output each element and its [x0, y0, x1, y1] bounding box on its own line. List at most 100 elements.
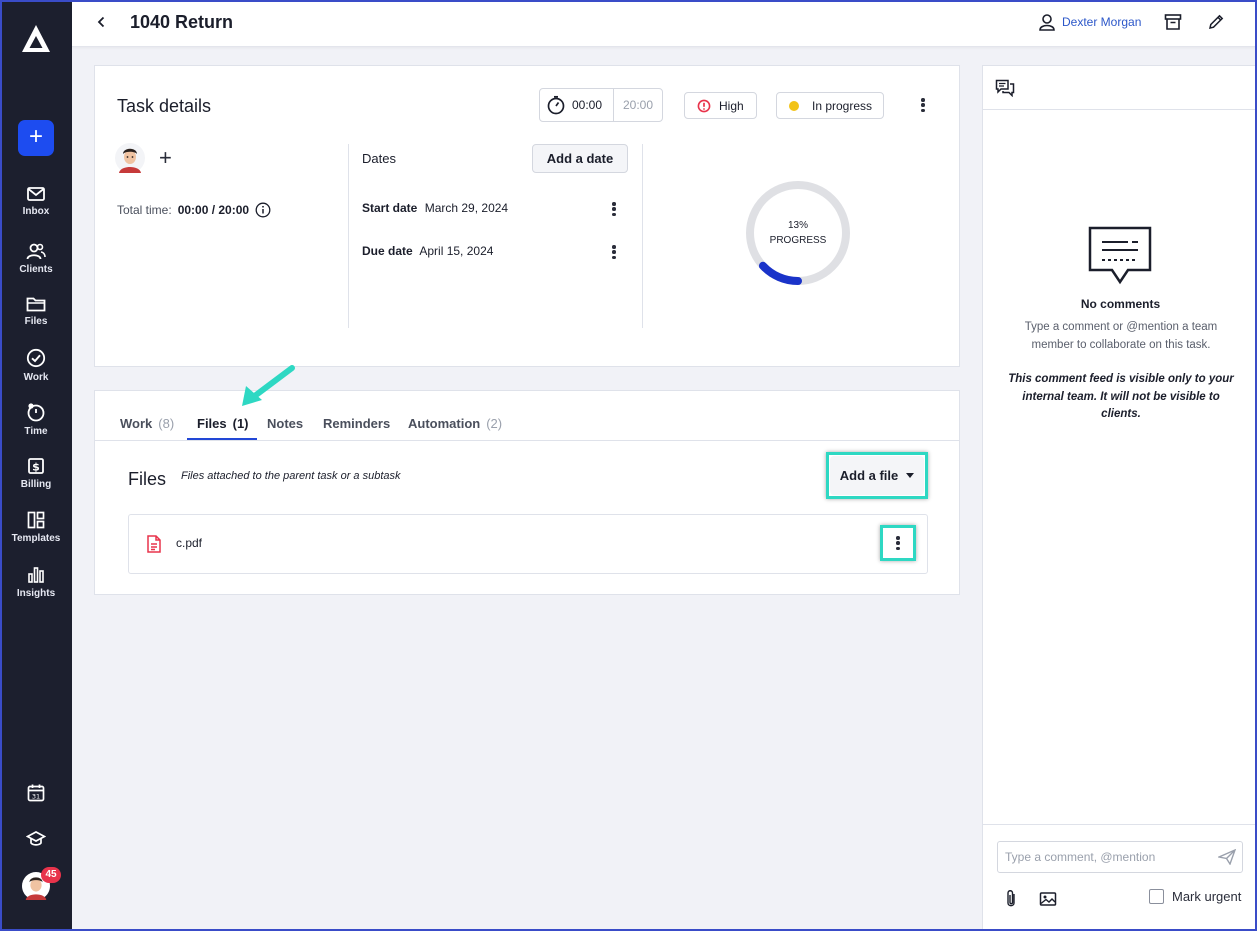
due-date-label: Due date — [362, 244, 413, 258]
tab-label: Notes — [267, 416, 304, 431]
total-time-value: 00:00 / 20:00 — [177, 203, 250, 217]
caret-down-icon — [906, 472, 915, 478]
status-dropdown[interactable]: In progress — [776, 92, 885, 119]
comment-input[interactable] — [997, 841, 1243, 873]
task-more-options-icon[interactable] — [915, 96, 931, 114]
templates-icon — [27, 511, 45, 529]
stopwatch-icon — [547, 95, 565, 115]
sidebar-item-label: Inbox — [22, 206, 50, 217]
calendar-icon[interactable]: 31 — [26, 783, 46, 803]
progress-percent: 13% — [787, 220, 808, 231]
due-date-row: Due date April 15, 2024 — [362, 244, 493, 258]
folder-icon — [26, 297, 46, 312]
task-tabs-card: Work (8) Files (1) Notes Reminders Automat… — [94, 390, 960, 595]
app-logo[interactable] — [20, 24, 52, 54]
no-comments-description: Type a comment or @mention a team member… — [1024, 321, 1218, 351]
files-heading: Files — [128, 469, 167, 489]
svg-text:31: 31 — [32, 793, 40, 801]
comments-icon[interactable] — [995, 79, 1015, 97]
file-row[interactable]: c.pdf — [128, 514, 928, 574]
progress-text: 13% PROGRESS — [743, 218, 853, 248]
timer-control[interactable]: 00:00 20:00 — [539, 88, 663, 122]
mark-urgent-checkbox[interactable] — [1149, 889, 1164, 904]
start-date-row: Start date March 29, 2024 — [362, 201, 508, 215]
progress-ring: 13% PROGRESS — [743, 178, 853, 288]
back-arrow-icon[interactable] — [94, 13, 108, 31]
visibility-note: This comment feed is visible only to you… — [1008, 373, 1234, 420]
tab-files[interactable]: Files (1) — [197, 416, 249, 431]
no-comments-title: No comments — [1080, 297, 1161, 311]
comments-panel: No comments Type a comment or @mention a… — [982, 65, 1257, 931]
tab-label: Work — [120, 416, 153, 431]
comments-topbar — [983, 66, 1257, 110]
sidebar-item-insights[interactable]: Insights — [0, 566, 72, 599]
divider — [642, 144, 643, 328]
dates-label: Dates — [362, 151, 396, 166]
divider — [348, 144, 349, 328]
sidebar-item-files[interactable]: Files — [0, 296, 72, 327]
dollar-invoice-icon: $ — [28, 458, 44, 474]
bar-chart-icon — [28, 567, 44, 583]
sidebar-item-time[interactable]: Time — [0, 402, 72, 437]
sidebar: + Inbox Clients Files Work Time $ Billin… — [0, 0, 72, 931]
tab-count: (8) — [158, 416, 175, 431]
send-icon[interactable] — [1218, 849, 1236, 865]
create-new-button[interactable]: + — [18, 120, 54, 156]
add-file-button[interactable]: Add a file — [830, 456, 924, 495]
paperclip-icon[interactable] — [1004, 889, 1018, 909]
total-time: Total time: 00:00 / 20:00 — [117, 202, 271, 218]
files-subtitle: Files attached to the parent task or a s… — [181, 470, 401, 482]
sidebar-item-work[interactable]: Work — [0, 348, 72, 383]
image-icon[interactable] — [1039, 891, 1057, 907]
start-date-label: Start date — [362, 201, 418, 215]
sidebar-item-label: Billing — [20, 479, 52, 490]
pdf-file-icon — [147, 535, 161, 553]
add-assignee-button[interactable]: + — [159, 146, 172, 170]
mark-urgent-toggle[interactable]: Mark urgent — [1149, 889, 1241, 904]
file-more-options-icon[interactable] — [890, 534, 906, 552]
tab-work[interactable]: Work (8) — [120, 416, 174, 431]
edit-pencil-icon[interactable] — [1207, 13, 1225, 31]
timer-elapsed: 00:00 — [572, 98, 603, 112]
stopwatch-icon — [27, 403, 45, 422]
tab-automation[interactable]: Automation (2) — [408, 416, 502, 431]
status-label: In progress — [812, 98, 873, 113]
notification-badge: 45 — [41, 867, 61, 883]
user-name: Dexter Morgan — [1062, 15, 1142, 29]
sidebar-item-clients[interactable]: Clients — [0, 242, 72, 275]
alert-circle-icon — [697, 99, 711, 112]
tab-count: (1) — [232, 416, 249, 431]
tab-reminders[interactable]: Reminders — [323, 416, 390, 431]
timer-budget[interactable]: 20:00 — [614, 89, 662, 121]
start-date-value: March 29, 2024 — [424, 201, 509, 215]
due-date-value: April 15, 2024 — [419, 244, 494, 258]
sidebar-item-label: Work — [23, 372, 49, 383]
sidebar-item-billing[interactable]: $ Billing — [0, 457, 72, 490]
info-icon[interactable] — [255, 202, 271, 218]
progress-label: PROGRESS — [769, 235, 827, 246]
timer-start-button[interactable]: 00:00 — [540, 89, 614, 121]
sidebar-item-label: Files — [24, 316, 48, 327]
start-date-options-icon[interactable] — [606, 200, 622, 218]
graduation-cap-icon[interactable] — [26, 829, 46, 849]
tab-bar: Work (8) Files (1) Notes Reminders Automat… — [95, 391, 959, 441]
task-details-card: Task details 00:00 20:00 High In progres… — [94, 65, 960, 367]
due-date-options-icon[interactable] — [606, 243, 622, 261]
add-date-button[interactable]: Add a date — [532, 144, 628, 173]
person-icon — [1039, 14, 1055, 31]
priority-label: High — [719, 98, 744, 113]
assignee-avatar[interactable] — [115, 143, 145, 173]
check-circle-icon — [26, 348, 46, 368]
sidebar-item-templates[interactable]: Templates — [0, 511, 72, 544]
archive-icon[interactable] — [1164, 13, 1182, 31]
priority-dropdown[interactable]: High — [684, 92, 757, 119]
assignee-link[interactable]: Dexter Morgan — [1038, 13, 1141, 31]
add-file-label: Add a file — [839, 468, 899, 483]
page-header: 1040 Return Dexter Morgan — [72, 0, 1257, 47]
tab-notes[interactable]: Notes — [267, 416, 303, 431]
file-name[interactable]: c.pdf — [176, 536, 202, 550]
annotation-arrow — [242, 365, 295, 406]
sidebar-item-inbox[interactable]: Inbox — [0, 186, 72, 217]
task-details-title: Task details — [117, 96, 212, 116]
svg-text:$: $ — [32, 461, 40, 474]
